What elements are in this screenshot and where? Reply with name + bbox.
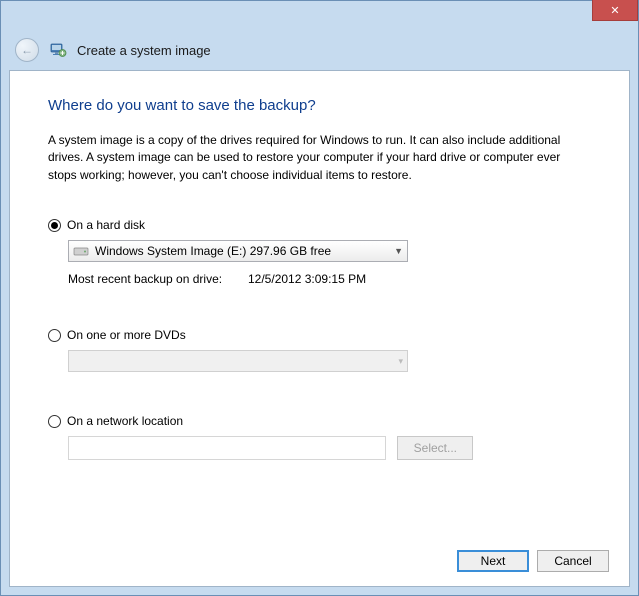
wizard-footer: Next Cancel [457, 550, 609, 572]
back-arrow-icon: ← [21, 43, 33, 57]
drive-dropdown[interactable]: Windows System Image (E:) 297.96 GB free… [68, 240, 408, 262]
hard-drive-icon [73, 245, 89, 257]
dvd-dropdown: ▾ [68, 350, 408, 372]
radio-hard-disk[interactable] [48, 219, 61, 232]
radio-row-dvd[interactable]: On one or more DVDs [48, 328, 591, 342]
backup-info-value: 12/5/2012 3:09:15 PM [248, 272, 366, 286]
system-image-icon [49, 41, 67, 59]
radio-dvd[interactable] [48, 329, 61, 342]
radio-row-hard-disk[interactable]: On a hard disk [48, 218, 591, 232]
radio-label-network: On a network location [67, 414, 183, 428]
select-network-button: Select... [397, 436, 473, 460]
option-network: On a network location Select... [48, 414, 591, 460]
back-button[interactable]: ← [15, 38, 39, 62]
option-hard-disk: On a hard disk Windows System Image (E:)… [48, 218, 591, 286]
backup-info-row: Most recent backup on drive: 12/5/2012 3… [68, 272, 591, 286]
radio-network[interactable] [48, 415, 61, 428]
close-icon: ✕ [610, 4, 619, 17]
content-panel: Where do you want to save the backup? A … [9, 70, 630, 587]
cancel-button[interactable]: Cancel [537, 550, 609, 572]
backup-info-label: Most recent backup on drive: [68, 272, 248, 286]
chevron-down-icon: ▾ [398, 356, 403, 367]
network-path-input [68, 436, 386, 460]
drive-dropdown-value: Windows System Image (E:) 297.96 GB free [95, 244, 331, 258]
page-description: A system image is a copy of the drives r… [48, 132, 591, 184]
radio-label-hard-disk: On a hard disk [67, 218, 145, 232]
page-heading: Where do you want to save the backup? [48, 97, 591, 114]
radio-label-dvd: On one or more DVDs [67, 328, 186, 342]
chevron-down-icon: ▼ [394, 246, 403, 256]
next-button[interactable]: Next [457, 550, 529, 572]
option-dvd: On one or more DVDs ▾ [48, 328, 591, 372]
wizard-title: Create a system image [77, 43, 211, 58]
content-frame: Where do you want to save the backup? A … [0, 70, 639, 596]
radio-row-network[interactable]: On a network location [48, 414, 591, 428]
titlebar: ✕ [0, 0, 639, 30]
wizard-header: ← Create a system image [0, 30, 639, 70]
close-button[interactable]: ✕ [592, 0, 638, 21]
